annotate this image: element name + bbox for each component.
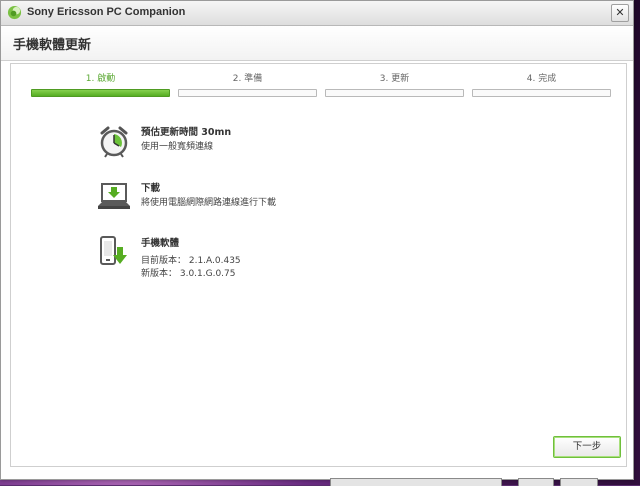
- close-icon: ✕: [615, 6, 625, 19]
- page-title: 手機軟體更新: [13, 38, 92, 53]
- laptop-download-icon: [98, 183, 130, 209]
- step-label-3: 3. 更新: [379, 74, 410, 84]
- app-window: Sony Ericsson PC Companion ✕ 手機軟體更新 1. 啟…: [0, 0, 634, 480]
- sony-ericsson-logo-icon: [7, 5, 22, 20]
- background-window-edges: [330, 478, 640, 486]
- next-button[interactable]: 下一步: [553, 436, 621, 458]
- download-row: 下載 將使用電腦網際網路連線進行下載: [97, 180, 397, 214]
- time-estimate-row: 預估更新時間 30mn 使用一般寬頻連線: [97, 124, 397, 160]
- step-2: 2. 準備: [176, 69, 319, 99]
- step-progress: 1. 啟動 2. 準備 3. 更新 4. 完成: [29, 69, 613, 99]
- alarm-clock-icon: [100, 126, 128, 158]
- phone-software-title: 手機軟體: [141, 238, 180, 249]
- step-label-4: 4. 完成: [526, 74, 557, 84]
- phone-download-icon: [100, 236, 127, 265]
- page-header: 手機軟體更新: [1, 26, 633, 61]
- window-title: Sony Ericsson PC Companion: [27, 6, 186, 18]
- step-3: 3. 更新: [323, 69, 466, 99]
- step-label-1: 1. 啟動: [85, 74, 116, 84]
- current-version: 目前版本： 2.1.A.0.435: [141, 256, 241, 266]
- step-bar-1: [31, 89, 170, 97]
- step-bar-2: [178, 89, 317, 97]
- step-bar-4: [472, 89, 611, 97]
- time-estimate-detail: 使用一般寬頻連線: [141, 142, 214, 152]
- content-panel: 1. 啟動 2. 準備 3. 更新 4. 完成 預估更新時間 30mn 使用一般…: [10, 63, 627, 467]
- download-detail: 將使用電腦網際網路連線進行下載: [141, 198, 277, 208]
- title-bar[interactable]: Sony Ericsson PC Companion ✕: [1, 1, 633, 26]
- time-estimate-title: 預估更新時間 30mn: [141, 127, 232, 138]
- step-bar-3: [325, 89, 464, 97]
- phone-software-row: 手機軟體 目前版本： 2.1.A.0.435 新版本： 3.0.1.G.0.75: [97, 235, 397, 279]
- step-4: 4. 完成: [470, 69, 613, 99]
- close-button[interactable]: ✕: [611, 4, 629, 22]
- new-version: 新版本： 3.0.1.G.0.75: [141, 269, 236, 279]
- step-1: 1. 啟動: [29, 69, 172, 99]
- download-title: 下載: [141, 183, 161, 194]
- step-label-2: 2. 準備: [232, 74, 263, 84]
